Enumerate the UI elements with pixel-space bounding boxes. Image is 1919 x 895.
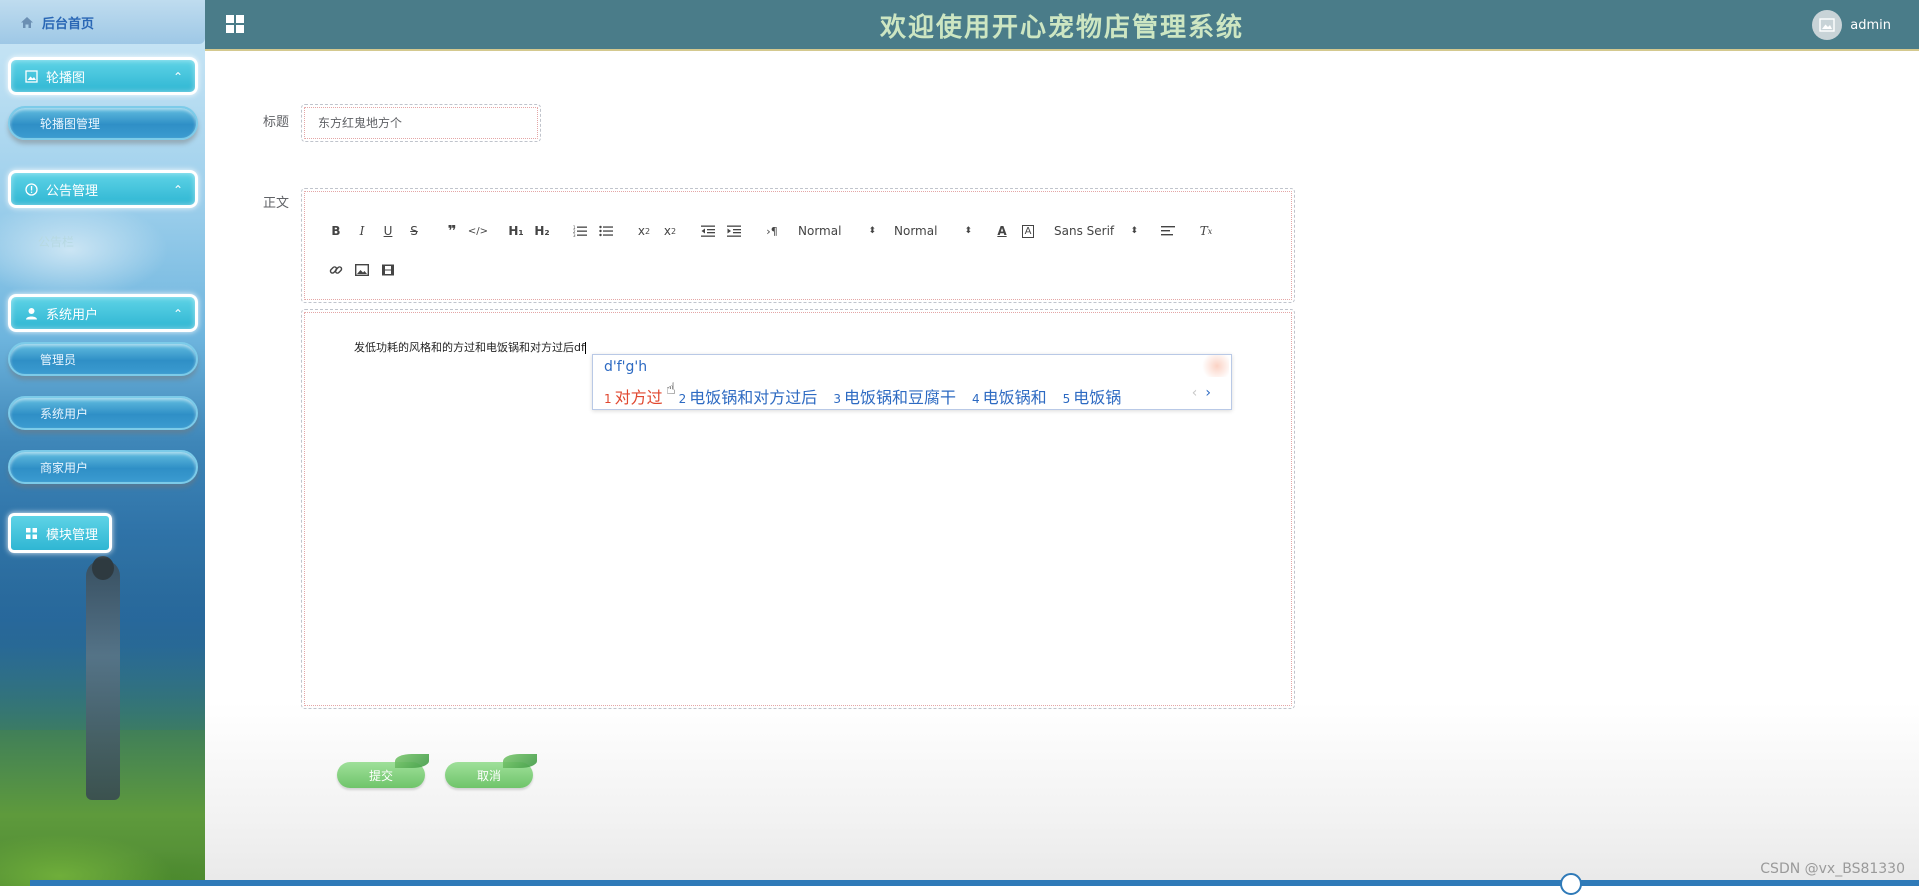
- background-color-icon[interactable]: A: [1016, 220, 1040, 242]
- ime-page-nav: ‹ ›: [1192, 385, 1211, 401]
- ime-composition: d'f'g'h: [604, 359, 648, 375]
- ime-candidate[interactable]: 5 电饭锅: [1063, 384, 1122, 408]
- select-arrows-icon: ⬍: [1130, 226, 1138, 236]
- title-input[interactable]: 东方红鬼地方个: [301, 104, 541, 142]
- chevron-up-icon: ⌃: [172, 307, 183, 321]
- sidebar-item-label: 轮播图管理: [40, 116, 101, 131]
- header1-icon[interactable]: H₁: [504, 220, 528, 242]
- main-content: 标题 东方红鬼地方个 正文 B I U S ❞ </> H₁ H₂ 123 x2…: [205, 51, 1919, 886]
- ime-candidate[interactable]: 1 对方过: [604, 384, 663, 408]
- sidebar-item-label: 系统用户: [40, 406, 89, 421]
- ordered-list-icon[interactable]: 123: [568, 220, 592, 242]
- code-block-icon[interactable]: </>: [466, 220, 490, 242]
- sidebar-item-notice-board[interactable]: 公告栏: [8, 224, 198, 258]
- chevron-up-icon: ⌃: [172, 183, 183, 197]
- editor-text: 发低功耗的风格和的方过和电饭锅和对方过后df: [354, 339, 586, 355]
- bullet-list-icon[interactable]: [594, 220, 618, 242]
- header-select[interactable]: Normal ⬍: [798, 224, 876, 238]
- italic-icon[interactable]: I: [350, 220, 374, 242]
- chevron-up-icon: ⌃: [172, 70, 183, 84]
- cancel-button[interactable]: 取消: [445, 754, 537, 788]
- horizontal-scrollbar[interactable]: [30, 873, 1919, 895]
- font-select-value: Sans Serif: [1054, 224, 1115, 238]
- user-icon: [26, 307, 37, 319]
- sidebar-group-carousel[interactable]: 轮播图 ⌃: [8, 57, 198, 95]
- superscript-icon[interactable]: x2: [658, 220, 682, 242]
- video-insert-icon[interactable]: [376, 259, 400, 281]
- editor-body-text: 发低功耗的风格和的方过和电饭锅和对方过后df: [354, 341, 585, 354]
- image-placeholder-icon: [1819, 18, 1835, 32]
- blockquote-icon[interactable]: ❞: [440, 220, 464, 242]
- svg-text:3: 3: [573, 233, 576, 237]
- title-label: 标题: [263, 115, 290, 130]
- submit-button-label: 提交: [368, 768, 393, 783]
- clear-format-icon[interactable]: Tx: [1194, 220, 1218, 242]
- body-label: 正文: [263, 196, 290, 211]
- watermark: CSDN @vx_BS81330: [1760, 861, 1905, 877]
- ime-candidate-list: 1 对方过 2 电饭锅和对方过后 3 电饭锅和豆腐干 4 电饭锅和 5 电饭锅: [604, 384, 1137, 408]
- sidebar-group-users[interactable]: 系统用户 ⌃: [8, 294, 198, 332]
- sidebar-item-label: 商家用户: [40, 460, 89, 475]
- header-select-value: Normal: [798, 224, 842, 238]
- hand-cursor-icon: ☝: [666, 379, 676, 398]
- sidebar: 后台首页 轮播图 ⌃ 轮播图管理 公告管理 ⌃ 公告栏 系统用户 ⌃ 管理员 系…: [0, 0, 205, 886]
- sidebar-item-admin[interactable]: 管理员: [8, 342, 198, 376]
- chevron-left-icon[interactable]: ‹: [1192, 385, 1198, 401]
- link-icon[interactable]: [324, 259, 348, 281]
- grid-icon: [26, 527, 37, 539]
- image-insert-icon[interactable]: [350, 259, 374, 281]
- figure-illustration: [86, 560, 120, 800]
- text-direction-icon[interactable]: ›¶: [760, 220, 784, 242]
- info-icon: [25, 182, 38, 196]
- sidebar-home-label: 后台首页: [42, 16, 95, 32]
- avatar: [1812, 10, 1843, 40]
- module-manage-label: 模块管理: [46, 527, 99, 543]
- module-manage-button[interactable]: 模块管理: [8, 513, 112, 553]
- chevron-right-icon[interactable]: ›: [1205, 385, 1211, 401]
- ime-candidate[interactable]: 2 电饭锅和对方过后: [679, 384, 818, 408]
- sidebar-item-label: 管理员: [40, 352, 77, 367]
- text-color-icon[interactable]: A: [990, 220, 1014, 242]
- outdent-icon[interactable]: [696, 220, 720, 242]
- sidebar-item-system-users[interactable]: 系统用户: [8, 396, 198, 430]
- ime-logo-icon: [1199, 355, 1229, 377]
- sidebar-group-notice[interactable]: 公告管理 ⌃: [8, 170, 198, 208]
- sidebar-item-carousel-manage[interactable]: 轮播图管理: [8, 106, 198, 140]
- header2-icon[interactable]: H₂: [530, 220, 554, 242]
- size-select-value: Normal: [894, 224, 938, 238]
- sidebar-group-label: 轮播图: [46, 70, 86, 86]
- sidebar-item-merchant-users[interactable]: 商家用户: [8, 450, 198, 484]
- image-icon: [25, 69, 38, 83]
- editor-toolbar: B I U S ❞ </> H₁ H₂ 123 x2 x2 ›¶ Normal …: [301, 188, 1295, 303]
- ime-candidate[interactable]: 3 电饭锅和豆腐干: [833, 384, 956, 408]
- sidebar-group-label: 公告管理: [46, 183, 99, 199]
- user-menu[interactable]: admin: [1812, 10, 1891, 40]
- home-icon: [21, 16, 33, 28]
- submit-button[interactable]: 提交: [337, 754, 429, 788]
- sidebar-item-label: 公告栏: [38, 234, 75, 249]
- indent-icon[interactable]: [722, 220, 746, 242]
- subscript-icon[interactable]: x2: [632, 220, 656, 242]
- select-arrows-icon: ⬍: [868, 226, 876, 236]
- cancel-button-label: 取消: [476, 768, 501, 783]
- sidebar-home[interactable]: 后台首页: [0, 0, 205, 44]
- leaf-decoration-icon: [503, 754, 537, 768]
- sidebar-group-label: 系统用户: [46, 307, 99, 323]
- top-header: 欢迎使用开心宠物店管理系统 admin: [205, 0, 1919, 51]
- figure-head-illustration: [92, 556, 114, 580]
- align-icon[interactable]: [1156, 220, 1180, 242]
- underline-icon[interactable]: U: [376, 220, 400, 242]
- font-select[interactable]: Sans Serif ⬍: [1054, 224, 1138, 238]
- strikethrough-icon[interactable]: S: [402, 220, 426, 242]
- bold-icon[interactable]: B: [324, 220, 348, 242]
- ime-candidate[interactable]: 4 电饭锅和: [972, 384, 1047, 408]
- scrollbar-thumb[interactable]: [1560, 873, 1582, 895]
- size-select[interactable]: Normal ⬍: [894, 224, 972, 238]
- leaf-decoration-icon: [395, 754, 429, 768]
- page-title: 欢迎使用开心宠物店管理系统: [879, 13, 1244, 43]
- ime-candidate-window: d'f'g'h 1 对方过 2 电饭锅和对方过后 3 电饭锅和豆腐干 4 电饭锅和 5电…: [592, 354, 1232, 410]
- select-arrows-icon: ⬍: [964, 226, 972, 236]
- username: admin: [1850, 17, 1891, 33]
